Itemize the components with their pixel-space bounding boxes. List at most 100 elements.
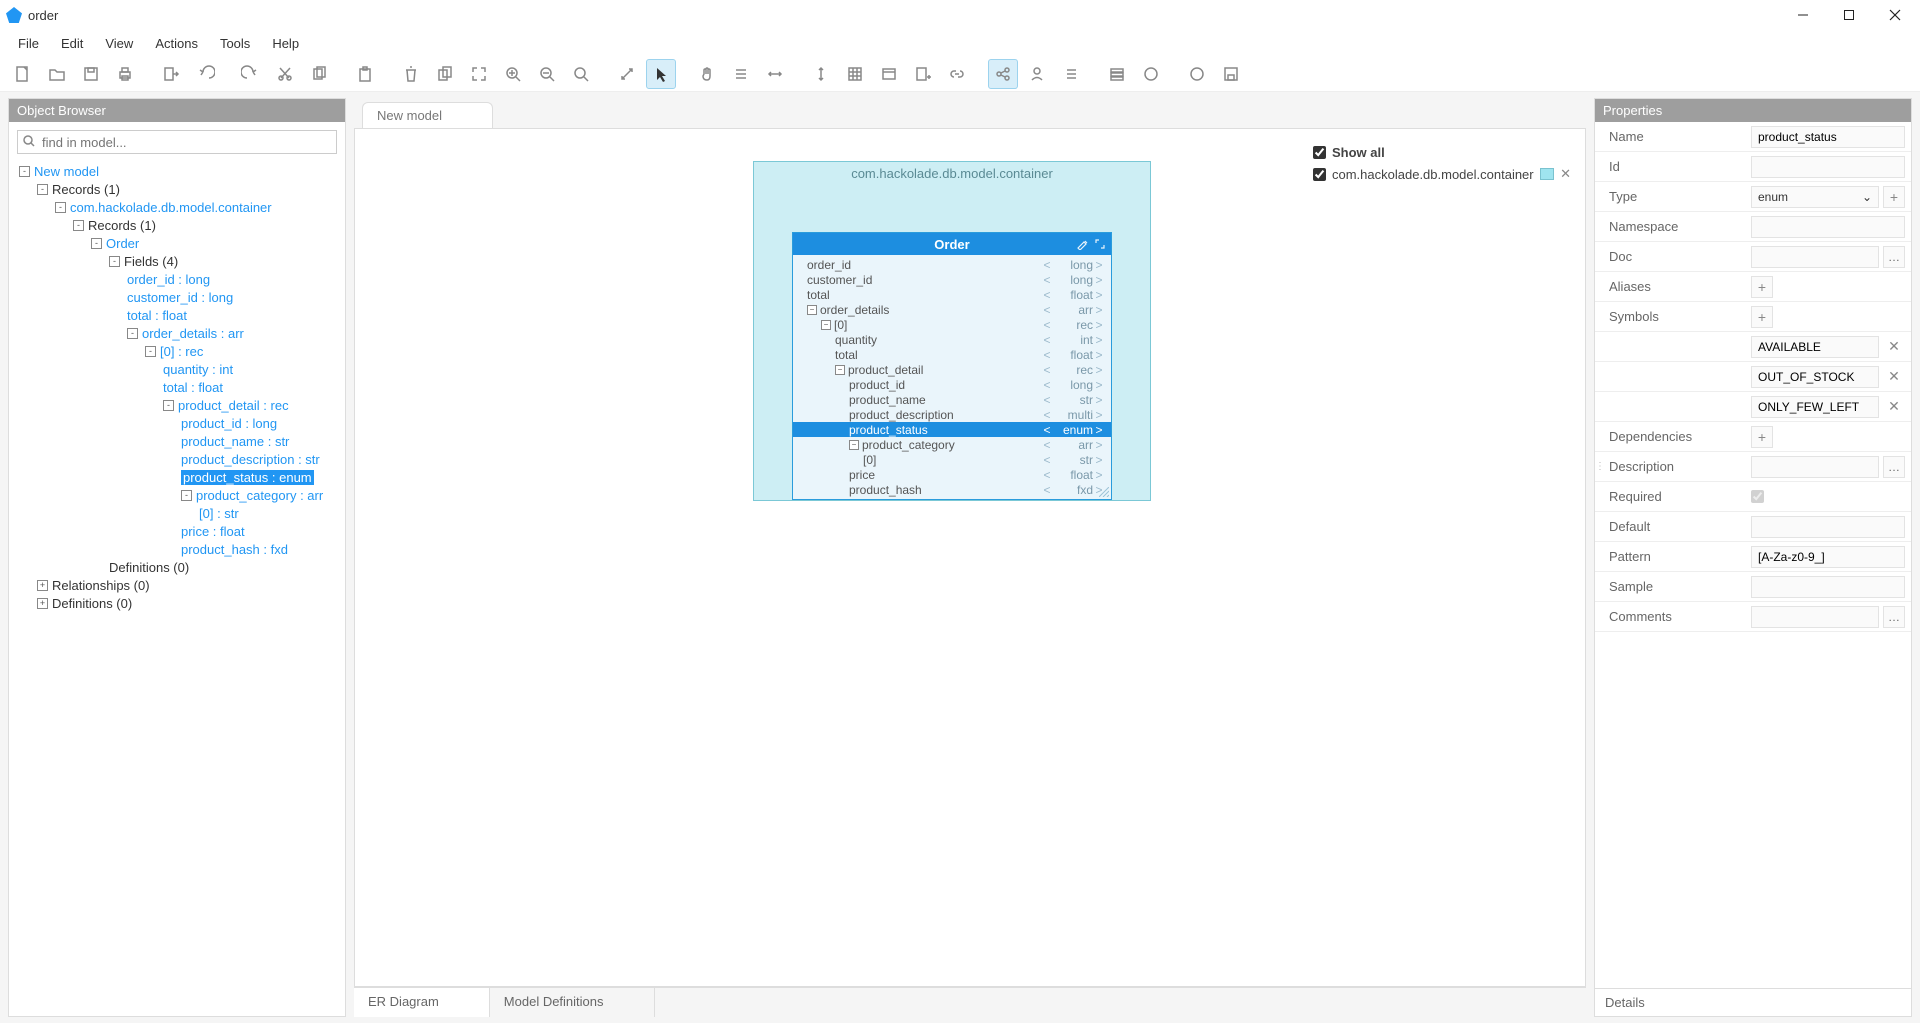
resize-handle-icon[interactable] [1099, 487, 1109, 497]
entity-field-row[interactable]: customer_id<long> [793, 272, 1111, 287]
tree-toggle-icon[interactable]: - [37, 184, 48, 195]
prop-required-checkbox[interactable] [1751, 490, 1764, 503]
remove-symbol-button[interactable]: ✕ [1883, 396, 1905, 418]
field-toggle-icon[interactable]: − [807, 305, 817, 315]
add-record-icon[interactable] [908, 59, 938, 89]
up-icon[interactable] [1136, 59, 1166, 89]
paste-icon[interactable] [350, 59, 380, 89]
prop-name-input[interactable] [1751, 126, 1905, 148]
tree-item[interactable]: product_status : enum [19, 468, 339, 486]
maximize-button[interactable] [1826, 0, 1872, 30]
entity-field-row[interactable]: price<float> [793, 467, 1111, 482]
tree-item[interactable]: Definitions (0) [19, 558, 339, 576]
prop-type-select[interactable]: enum⌄ [1751, 186, 1879, 208]
tree-item[interactable]: +Definitions (0) [19, 594, 339, 612]
add-dependency-button[interactable]: + [1751, 426, 1773, 448]
h-flip-icon[interactable] [760, 59, 790, 89]
export-icon[interactable] [156, 59, 186, 89]
entity-field-row[interactable]: product_status<enum> [793, 422, 1111, 437]
list2-icon[interactable] [1102, 59, 1132, 89]
tree[interactable]: -New model-Records (1)-com.hackolade.db.… [9, 162, 345, 1016]
comments-more-button[interactable]: … [1883, 606, 1905, 628]
fit-icon[interactable] [464, 59, 494, 89]
tree-item[interactable]: -product_detail : rec [19, 396, 339, 414]
diagram-canvas[interactable]: com.hackolade.db.model.container Order o… [354, 128, 1586, 987]
prop-id-input[interactable] [1751, 156, 1905, 178]
tree-item[interactable]: -Fields (4) [19, 252, 339, 270]
legend-remove-icon[interactable]: ✕ [1560, 166, 1571, 182]
delete-icon[interactable] [396, 59, 426, 89]
redo-icon[interactable] [236, 59, 266, 89]
bottom-tab-er-diagram[interactable]: ER Diagram [354, 988, 490, 1017]
zoom-icon[interactable] [566, 59, 596, 89]
remove-symbol-button[interactable]: ✕ [1883, 366, 1905, 388]
prop-description-input[interactable] [1751, 456, 1879, 478]
tree-item[interactable]: -Order [19, 234, 339, 252]
align-icon[interactable] [726, 59, 756, 89]
entity-field-row[interactable]: product_description<multi> [793, 407, 1111, 422]
entity-field-row[interactable]: −order_details<arr> [793, 302, 1111, 317]
tree-toggle-icon[interactable]: - [19, 166, 30, 177]
v-flip-icon[interactable] [806, 59, 836, 89]
open-folder-icon[interactable] [42, 59, 72, 89]
entity-field-row[interactable]: −product_category<arr> [793, 437, 1111, 452]
prop-default-input[interactable] [1751, 516, 1905, 538]
add-alias-button[interactable]: + [1751, 276, 1773, 298]
tree-item[interactable]: -product_category : arr [19, 486, 339, 504]
user-icon[interactable] [1022, 59, 1052, 89]
expand-icon[interactable] [1093, 237, 1107, 251]
tree-toggle-icon[interactable]: - [73, 220, 84, 231]
tree-item[interactable]: -Records (1) [19, 216, 339, 234]
expand-icon[interactable] [612, 59, 642, 89]
print-icon[interactable] [110, 59, 140, 89]
list-icon[interactable] [1056, 59, 1086, 89]
duplicate-icon[interactable] [430, 59, 460, 89]
down-icon[interactable] [1182, 59, 1212, 89]
share-icon[interactable] [988, 59, 1018, 89]
add-symbol-button[interactable]: + [1751, 306, 1773, 328]
tree-item[interactable]: product_description : str [19, 450, 339, 468]
doc-more-button[interactable]: … [1883, 246, 1905, 268]
tree-item[interactable]: +Relationships (0) [19, 576, 339, 594]
field-toggle-icon[interactable]: − [835, 365, 845, 375]
tree-toggle-icon[interactable]: - [145, 346, 156, 357]
prop-pattern-input[interactable] [1751, 546, 1905, 568]
tree-item[interactable]: product_hash : fxd [19, 540, 339, 558]
menu-tools[interactable]: Tools [210, 33, 260, 54]
copy-icon[interactable] [304, 59, 334, 89]
prop-comments-input[interactable] [1751, 606, 1879, 628]
grid-icon[interactable] [840, 59, 870, 89]
prop-namespace-input[interactable] [1751, 216, 1905, 238]
undo-icon[interactable] [190, 59, 220, 89]
tree-toggle-icon[interactable]: - [91, 238, 102, 249]
symbol-input[interactable] [1751, 336, 1879, 358]
tree-item[interactable]: -Records (1) [19, 180, 339, 198]
symbol-input[interactable] [1751, 366, 1879, 388]
details-footer[interactable]: Details [1595, 988, 1911, 1016]
entity-field-row[interactable]: product_hash<fxd> [793, 482, 1111, 497]
symbol-input[interactable] [1751, 396, 1879, 418]
menu-file[interactable]: File [8, 33, 49, 54]
save2-icon[interactable] [1216, 59, 1246, 89]
tree-toggle-icon[interactable]: - [55, 202, 66, 213]
container-icon[interactable] [874, 59, 904, 89]
add-type-button[interactable]: + [1883, 186, 1905, 208]
zoom-in-icon[interactable] [498, 59, 528, 89]
tree-item[interactable]: total : float [19, 378, 339, 396]
edit-icon[interactable] [1075, 237, 1089, 251]
remove-symbol-button[interactable]: ✕ [1883, 336, 1905, 358]
entity-field-row[interactable]: total<float> [793, 347, 1111, 362]
tree-item[interactable]: -order_details : arr [19, 324, 339, 342]
close-button[interactable] [1872, 0, 1918, 30]
container-rect[interactable]: com.hackolade.db.model.container Order o… [753, 161, 1151, 501]
save-icon[interactable] [76, 59, 106, 89]
tree-item[interactable]: customer_id : long [19, 288, 339, 306]
entity-field-row[interactable]: total<float> [793, 287, 1111, 302]
hand-icon[interactable] [692, 59, 722, 89]
menu-help[interactable]: Help [262, 33, 309, 54]
tree-toggle-icon[interactable]: - [181, 490, 192, 501]
entity-field-row[interactable]: quantity<int> [793, 332, 1111, 347]
tab-model[interactable]: New model [362, 102, 493, 128]
description-more-button[interactable]: … [1883, 456, 1905, 478]
search-input[interactable] [17, 130, 337, 154]
